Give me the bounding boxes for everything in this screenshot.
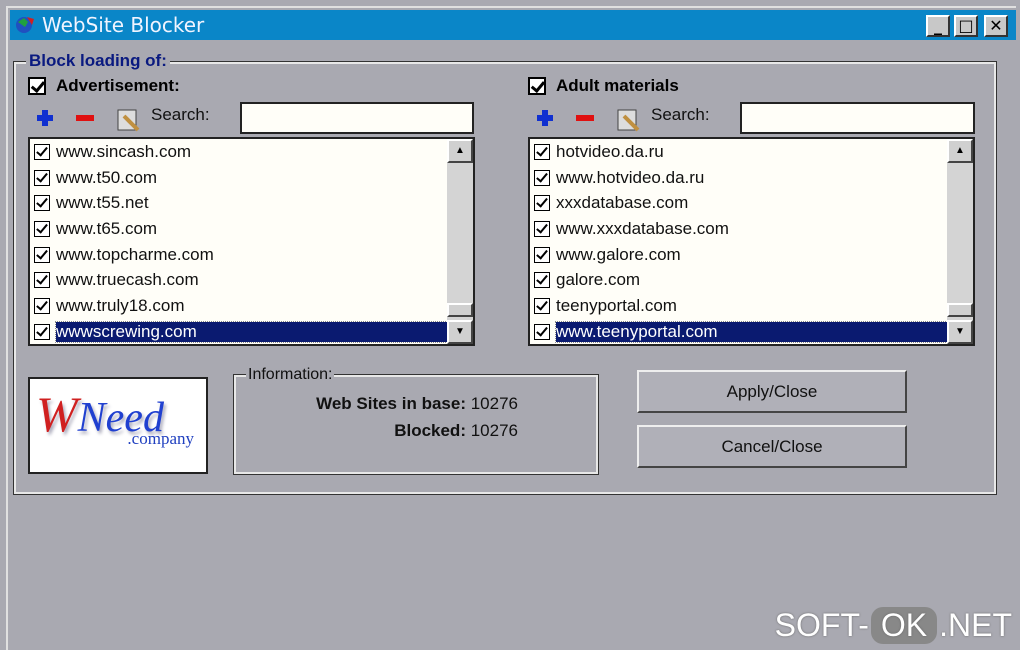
item-label: www.truly18.com — [56, 295, 185, 315]
adult-search-input[interactable] — [740, 102, 975, 134]
item-checkbox[interactable] — [34, 220, 50, 237]
item-checkbox[interactable] — [34, 143, 50, 160]
advertisement-category[interactable]: Advertisement: — [28, 76, 180, 96]
close-button[interactable]: ✕ — [984, 15, 1008, 37]
item-label: teenyportal.com — [556, 295, 677, 315]
watermark-part: SOFT- — [774, 607, 869, 643]
watermark-part: .NET — [939, 607, 1012, 643]
maximize-button[interactable]: □ — [954, 15, 978, 37]
list-item[interactable]: www.truecash.com — [30, 267, 447, 293]
item-checkbox[interactable] — [534, 143, 550, 160]
adult-label: Adult materials — [556, 76, 679, 95]
item-checkbox[interactable] — [534, 246, 550, 263]
item-checkbox[interactable] — [34, 246, 50, 263]
scroll-thumb[interactable] — [947, 303, 973, 317]
item-label: www.teenyportal.com — [555, 320, 948, 343]
item-label: www.t55.net — [56, 193, 149, 213]
list-item[interactable]: www.xxxdatabase.com — [530, 216, 947, 242]
item-label: www.t65.com — [56, 218, 158, 238]
list-item[interactable]: www.topcharme.com — [30, 242, 447, 268]
item-checkbox[interactable] — [34, 195, 50, 212]
watermark: SOFT- OK .NET — [775, 607, 1012, 644]
cancel-close-button[interactable]: Cancel/Close — [637, 425, 907, 468]
item-checkbox[interactable] — [34, 323, 50, 340]
list-item[interactable]: www.t55.net — [30, 190, 447, 216]
remove-icon[interactable] — [574, 108, 596, 130]
item-checkbox[interactable] — [534, 297, 550, 314]
list-item[interactable]: www.teenyportal.com — [530, 319, 948, 344]
group-title: Block loading of: — [26, 51, 170, 71]
item-checkbox[interactable] — [534, 169, 550, 186]
list-item[interactable]: www.sincash.com — [30, 139, 447, 165]
item-label: www.topcharme.com — [56, 244, 214, 264]
scroll-up-button[interactable]: ▲ — [947, 139, 973, 163]
list-item[interactable]: www.t50.com — [30, 165, 447, 191]
item-checkbox[interactable] — [34, 169, 50, 186]
wneed-logo: WNeed .company — [28, 377, 208, 474]
watermark-part: OK — [870, 607, 938, 644]
scroll-down-button[interactable]: ▼ — [947, 320, 973, 344]
item-checkbox[interactable] — [34, 297, 50, 314]
advertisement-label: Advertisement: — [56, 76, 180, 95]
item-checkbox[interactable] — [34, 272, 50, 289]
blocked-value: 10276 — [470, 421, 518, 440]
blocked-label: Blocked: — [394, 421, 466, 440]
list-item[interactable]: www.truly18.com — [30, 293, 447, 319]
list-item[interactable]: galore.com — [530, 267, 947, 293]
item-label: wwwscrewing.com — [55, 320, 448, 343]
advertisement-checkbox[interactable] — [28, 77, 46, 95]
sites-value: 10276 — [470, 394, 518, 413]
search-label: Search: — [651, 105, 710, 124]
list-item[interactable]: xxxdatabase.com — [530, 190, 947, 216]
remove-icon[interactable] — [74, 108, 96, 130]
edit-icon[interactable] — [116, 108, 142, 134]
scroll-thumb[interactable] — [447, 303, 473, 317]
search-label: Search: — [151, 105, 210, 124]
item-checkbox[interactable] — [534, 272, 550, 289]
list-item[interactable]: wwwscrewing.com — [30, 319, 448, 344]
advertisement-search-input[interactable] — [240, 102, 474, 134]
advertisement-list: www.sincash.com www.t50.com www.t55.net www… — [28, 137, 475, 346]
list-item[interactable]: hotvideo.da.ru — [530, 139, 947, 165]
scroll-down-button[interactable]: ▼ — [447, 320, 473, 344]
item-label: www.hotvideo.da.ru — [556, 167, 705, 187]
item-label: xxxdatabase.com — [556, 193, 689, 213]
item-checkbox[interactable] — [534, 220, 550, 237]
item-checkbox[interactable] — [534, 323, 550, 340]
item-label: www.t50.com — [56, 167, 158, 187]
scroll-up-button[interactable]: ▲ — [447, 139, 473, 163]
item-label: galore.com — [556, 270, 641, 290]
add-icon[interactable] — [34, 108, 56, 130]
edit-icon[interactable] — [616, 108, 642, 134]
information-title: Information: — [246, 366, 335, 384]
list-item[interactable]: www.t65.com — [30, 216, 447, 242]
item-checkbox[interactable] — [534, 195, 550, 212]
title-bar: WebSite Blocker _ □ ✕ — [10, 10, 1016, 40]
item-label: www.galore.com — [556, 244, 681, 264]
adult-list: hotvideo.da.ru www.hotvideo.da.ru xxxdatab… — [528, 137, 975, 346]
item-label: www.xxxdatabase.com — [556, 218, 729, 238]
window-title: WebSite Blocker — [42, 13, 205, 37]
blocked-count: Blocked: 10276 — [394, 421, 518, 441]
minimize-button[interactable]: _ — [926, 15, 950, 37]
sites-label: Web Sites in base: — [316, 394, 466, 413]
scrollbar[interactable]: ▲ ▼ — [447, 139, 473, 344]
add-icon[interactable] — [534, 108, 556, 130]
item-label: www.truecash.com — [56, 270, 199, 290]
list-item[interactable]: teenyportal.com — [530, 293, 947, 319]
list-item[interactable]: www.galore.com — [530, 242, 947, 268]
sites-in-base: Web Sites in base: 10276 — [316, 394, 518, 414]
item-label: www.sincash.com — [56, 141, 192, 161]
list-item[interactable]: www.hotvideo.da.ru — [530, 165, 947, 191]
adult-checkbox[interactable] — [528, 77, 546, 95]
apply-close-button[interactable]: Apply/Close — [637, 370, 907, 413]
adult-category[interactable]: Adult materials — [528, 76, 679, 96]
item-label: hotvideo.da.ru — [556, 141, 664, 161]
app-globe-icon — [16, 17, 34, 33]
scrollbar[interactable]: ▲ ▼ — [947, 139, 973, 344]
